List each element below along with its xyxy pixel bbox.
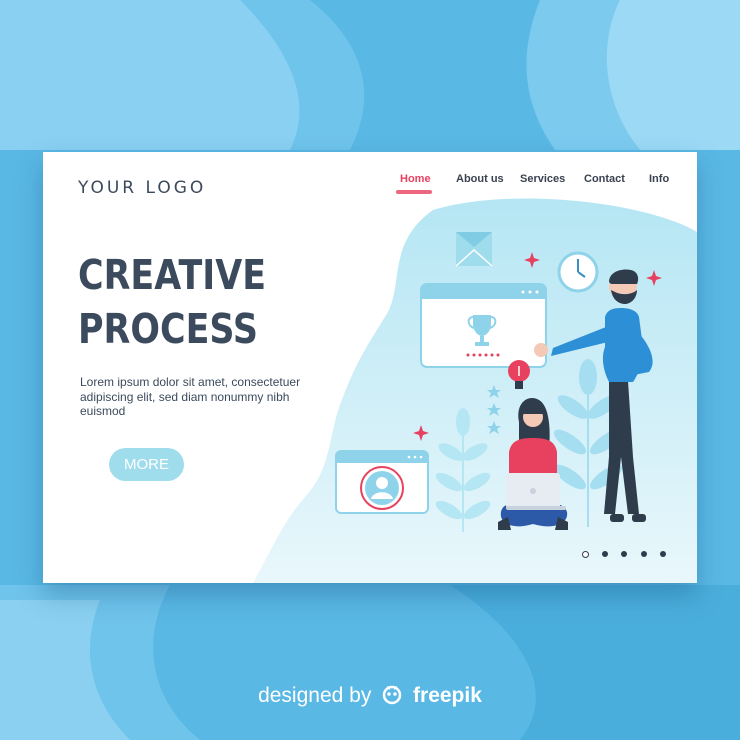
- profile-window: [335, 450, 429, 514]
- nav-item-about-us[interactable]: About us: [456, 173, 504, 185]
- user-avatar-icon: [360, 466, 404, 510]
- landing-card: YOUR LOGO Home About us Services Contact…: [43, 152, 697, 583]
- pagination-dot[interactable]: [601, 551, 608, 557]
- credit-brand[interactable]: freepik: [413, 684, 482, 707]
- nav-active-indicator: [396, 190, 432, 194]
- pagination-dot[interactable]: [582, 551, 589, 558]
- title-line-1: CREATIVE: [78, 251, 267, 299]
- nav-item-info[interactable]: Info: [649, 173, 669, 185]
- footer-credit: designed by freepik: [0, 683, 740, 708]
- trophy-window: [420, 283, 547, 368]
- title-line-2: PROCESS: [78, 305, 259, 353]
- clock-icon: [557, 251, 599, 293]
- page-title: CREATIVE PROCESS: [78, 248, 266, 356]
- envelope-icon: [455, 232, 493, 267]
- hero-description: Lorem ipsum dolor sit amet, consectetuer…: [80, 375, 301, 418]
- nav-item-contact[interactable]: Contact: [584, 173, 625, 185]
- illustration: [253, 198, 697, 583]
- freepik-logo-icon: [382, 685, 402, 705]
- pagination-dot[interactable]: [660, 551, 666, 557]
- nav-item-home[interactable]: Home: [400, 173, 431, 185]
- credit-prefix: designed by: [258, 684, 372, 707]
- more-button[interactable]: MORE: [109, 448, 184, 481]
- pagination-dot[interactable]: [621, 551, 627, 557]
- pagination-dot[interactable]: [640, 551, 647, 557]
- nav-item-services[interactable]: Services: [520, 173, 565, 185]
- top-nav: Home About us Services Contact Info: [43, 173, 697, 203]
